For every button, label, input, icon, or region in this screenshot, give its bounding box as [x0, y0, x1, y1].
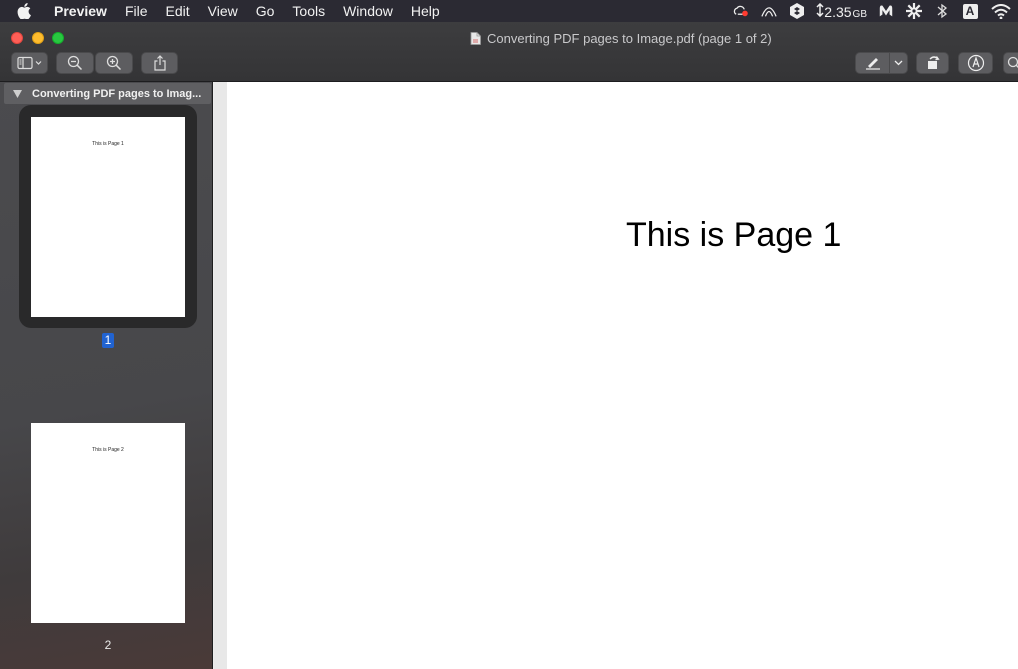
pdf-document-icon — [470, 31, 481, 45]
menu-edit[interactable]: Edit — [157, 0, 199, 22]
pdf-page[interactable]: This is Page 1 — [227, 82, 1018, 669]
memory-indicator[interactable]: 2.35 GB — [816, 2, 867, 20]
menu-go[interactable]: Go — [247, 0, 284, 22]
highlight-button[interactable] — [855, 52, 908, 74]
rotate-icon — [927, 56, 940, 69]
menu-file[interactable]: File — [116, 0, 157, 22]
menu-tools[interactable]: Tools — [283, 0, 334, 22]
input-source-icon[interactable]: A — [962, 3, 978, 19]
thumbnail-text-2: This is Page 2 — [92, 447, 124, 453]
memory-value: 2.35 — [824, 3, 852, 20]
zoom-in-button[interactable] — [95, 52, 133, 74]
wifi-icon[interactable] — [990, 3, 1012, 19]
menu-app-name[interactable]: Preview — [39, 0, 116, 22]
zoom-out-button[interactable] — [56, 52, 94, 74]
menu-view[interactable]: View — [199, 0, 247, 22]
sidebar-toggle-icon — [16, 56, 41, 70]
bluetooth-icon[interactable] — [934, 3, 950, 19]
search-icon — [1007, 56, 1018, 68]
status-area: 2.35 GB A — [727, 0, 1018, 22]
page-thumbnail-2[interactable]: This is Page 2 — [31, 423, 185, 623]
rotate-button[interactable] — [916, 52, 949, 74]
close-window-button[interactable] — [11, 32, 23, 44]
share-button[interactable] — [141, 52, 178, 74]
markup-button[interactable] — [958, 52, 993, 74]
thumbnail-sidebar: Converting PDF pages to Imag... This is … — [0, 82, 213, 669]
chevron-down-icon[interactable] — [890, 53, 907, 73]
window-title: Converting PDF pages to Image.pdf (page … — [470, 30, 772, 46]
memory-unit: GB — [852, 8, 867, 20]
search-button[interactable] — [1003, 52, 1018, 74]
shield-dropbox-icon[interactable] — [789, 3, 805, 19]
share-icon — [153, 55, 166, 71]
creative-cloud-icon[interactable] — [733, 3, 749, 19]
malwarebytes-icon[interactable] — [878, 3, 894, 19]
sidebar-document-header[interactable]: Converting PDF pages to Imag... — [4, 83, 211, 104]
title-bar: Converting PDF pages to Image.pdf (page … — [0, 22, 1018, 82]
markup-icon — [967, 54, 984, 72]
page-number-1: 1 — [102, 333, 114, 348]
menu-window[interactable]: Window — [334, 0, 402, 22]
input-source-label: A — [962, 3, 978, 19]
gear-star-icon[interactable] — [906, 3, 922, 19]
memory-arrows-icon — [816, 2, 824, 17]
menu-help[interactable]: Help — [402, 0, 449, 22]
sidebar-document-name: Converting PDF pages to Imag... — [32, 87, 202, 100]
zoom-out-icon — [67, 55, 83, 71]
menu-bar: Preview File Edit View Go Tools Window H… — [0, 0, 1018, 22]
page-number-2: 2 — [104, 638, 112, 652]
page-heading: This is Page 1 — [626, 216, 842, 254]
page-thumbnail-1[interactable]: This is Page 1 — [31, 117, 185, 317]
minimize-window-button[interactable] — [32, 32, 44, 44]
vpn-arc-icon[interactable] — [761, 3, 777, 19]
zoom-in-icon — [106, 55, 122, 71]
apple-logo-icon[interactable] — [17, 3, 39, 19]
window-title-text: Converting PDF pages to Image.pdf (page … — [487, 30, 772, 46]
thumbnail-text-1: This is Page 1 — [92, 141, 124, 147]
maximize-window-button[interactable] — [52, 32, 64, 44]
document-view[interactable]: This is Page 1 — [214, 82, 1018, 669]
highlight-pen-icon — [856, 53, 891, 73]
preview-window: Converting PDF pages to Image.pdf (page … — [0, 22, 1018, 669]
disclosure-triangle-icon[interactable] — [13, 89, 22, 98]
sidebar-toggle-button[interactable] — [11, 52, 48, 74]
